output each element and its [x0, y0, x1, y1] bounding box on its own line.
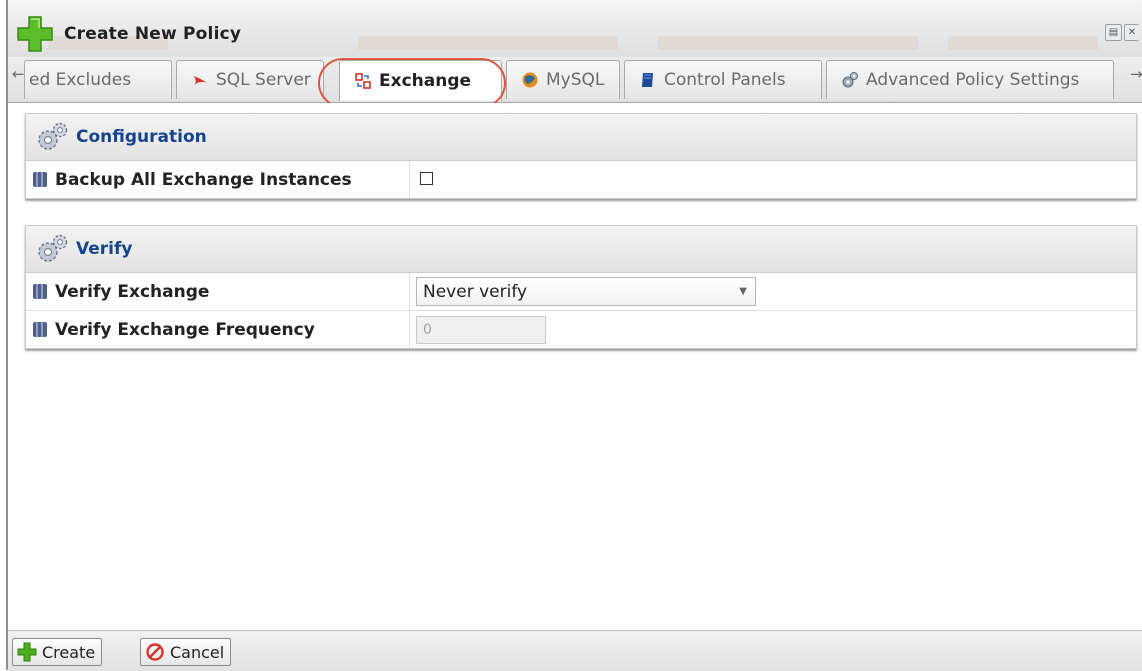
gears-icon — [38, 234, 68, 262]
setting-label-cell: Verify Exchange Frequency — [26, 311, 410, 348]
window-title: Create New Policy — [64, 24, 242, 44]
background-ghost-text — [358, 36, 618, 50]
background-ghost-text — [948, 36, 1098, 50]
setting-row: Backup All Exchange Instances — [26, 161, 1136, 198]
verify-exchange-select[interactable]: Never verify ▼ — [416, 277, 756, 306]
section-title: Verify — [76, 239, 133, 259]
section-title: Configuration — [76, 127, 207, 147]
configuration-section: Configuration Backup All Exchange Instan… — [25, 113, 1137, 199]
tab-excludes[interactable]: ed Excludes — [24, 60, 172, 99]
background-ghost-text — [658, 36, 918, 50]
verify-section: Verify Verify Exchange Never verify ▼ Ve… — [25, 225, 1137, 349]
gears-icon — [38, 122, 68, 150]
arrow-left-icon[interactable]: ← — [12, 65, 25, 83]
close-icon[interactable]: ✕ — [1124, 24, 1139, 41]
control-panels-icon — [642, 73, 653, 87]
setting-label-cell: Backup All Exchange Instances — [26, 161, 410, 198]
cancel-icon — [146, 643, 164, 661]
tab-strip: ← ed Excludes SQL Server Exchange MySQL — [8, 57, 1142, 103]
cancel-label: Cancel — [170, 642, 225, 662]
create-policy-window: Create New Policy ▤ ✕ ← ed Excludes SQL … — [6, 0, 1142, 671]
cancel-button[interactable]: Cancel — [140, 638, 232, 666]
setting-label: Verify Exchange Frequency — [55, 319, 315, 340]
exchange-tab-highlight — [318, 58, 506, 108]
arrow-right-icon[interactable]: → — [1130, 65, 1142, 83]
restore-icon[interactable]: ▤ — [1105, 24, 1122, 41]
tab-label: MySQL — [546, 70, 605, 90]
tab-label: Control Panels — [664, 70, 786, 90]
tab-control-panels[interactable]: Control Panels — [624, 60, 822, 99]
chevron-down-icon[interactable]: ▼ — [739, 278, 747, 306]
mysql-icon — [522, 72, 538, 88]
setting-value-cell — [410, 161, 1136, 198]
property-icon — [33, 172, 47, 187]
setting-value-cell: 0 — [410, 311, 1136, 348]
verify-frequency-input[interactable]: 0 — [416, 316, 546, 344]
setting-value-cell: Never verify ▼ — [410, 273, 1136, 310]
select-value: Never verify — [423, 282, 528, 302]
tab-mysql[interactable]: MySQL — [506, 60, 620, 99]
add-icon — [17, 642, 37, 662]
property-icon — [33, 284, 47, 299]
setting-label: Verify Exchange — [55, 281, 210, 302]
tab-advanced-policy-settings[interactable]: Advanced Policy Settings — [826, 60, 1114, 99]
add-policy-icon — [17, 16, 53, 52]
create-button[interactable]: Create — [12, 638, 103, 666]
policy-content: Configuration Backup All Exchange Instan… — [8, 103, 1142, 630]
setting-row: Verify Exchange Never verify ▼ — [26, 273, 1136, 311]
dialog-footer: Create Cancel — [8, 630, 1142, 671]
tab-sql-server[interactable]: SQL Server — [176, 60, 324, 99]
gear-icon — [842, 72, 858, 88]
section-header: Configuration — [26, 114, 1136, 161]
setting-label: Backup All Exchange Instances — [55, 169, 352, 190]
sql-server-icon — [193, 76, 207, 85]
tab-label: Advanced Policy Settings — [866, 70, 1080, 90]
input-value: 0 — [423, 322, 432, 338]
section-header: Verify — [26, 226, 1136, 273]
tab-label: SQL Server — [216, 70, 311, 90]
backup-all-exchange-checkbox[interactable] — [420, 172, 433, 185]
property-icon — [33, 322, 47, 337]
create-label: Create — [42, 642, 96, 662]
setting-row: Verify Exchange Frequency 0 — [26, 311, 1136, 348]
setting-label-cell: Verify Exchange — [26, 273, 410, 310]
tab-label: ed Excludes — [29, 70, 132, 90]
